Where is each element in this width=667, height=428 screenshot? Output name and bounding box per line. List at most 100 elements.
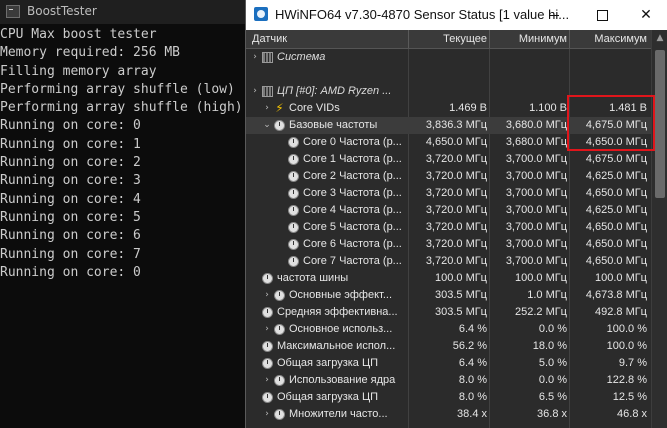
- sensor-row[interactable]: › Основное использ... 6.4 % 0.0 % 100.0 %: [246, 321, 651, 338]
- expand-chevron-icon[interactable]: ›: [250, 83, 260, 100]
- sensor-name: Core VIDs: [289, 102, 340, 114]
- sensor-row[interactable]: ⌄ Базовые частоты 3,836.3 МГц 3,680.0 МГц 4,…: [246, 117, 651, 134]
- current-value: [411, 66, 487, 83]
- sensor-row[interactable]: Общая загрузка ЦП 8.0 % 6.5 % 12.5 %: [246, 389, 651, 406]
- current-value: 56.2 %: [452, 340, 487, 352]
- column-divider[interactable]: [408, 30, 409, 48]
- console-output[interactable]: CPU Max boost tester Memory required: 256…: [0, 26, 245, 426]
- maximize-button[interactable]: [580, 0, 624, 30]
- column-header-current[interactable]: Текущее: [411, 30, 487, 48]
- sensor-row[interactable]: Core 5 Частота (р... 3,720.0 МГц 3,700.0 М…: [246, 219, 651, 236]
- console-line: Memory required: 256 MB: [0, 45, 181, 61]
- sensor-row[interactable]: Core 6 Частота (р... 3,720.0 МГц 3,700.0 М…: [246, 236, 651, 253]
- console-app-icon: [6, 5, 20, 18]
- console-line: Running on core: 0: [0, 118, 141, 134]
- minimum-value: 3,700.0 МГц: [505, 204, 567, 216]
- sensor-name: Core 3 Частота (р...: [303, 187, 402, 199]
- console-line: Running on core: 4: [0, 191, 141, 207]
- sensor-name: ЦП [#0]: AMD Ryzen ...: [277, 85, 392, 97]
- sensor-row[interactable]: Core 7 Частота (р... 3,720.0 МГц 3,700.0 М…: [246, 253, 651, 270]
- sensor-row[interactable]: › ⚡ Core VIDs 1.469 В 1.100 В 1.481 В: [246, 100, 651, 117]
- collapse-chevron-icon[interactable]: ⌄: [262, 117, 272, 134]
- vertical-scrollbar[interactable]: ▲: [651, 30, 667, 428]
- spacer-row: [246, 66, 651, 83]
- scroll-up-icon[interactable]: ▲: [652, 30, 667, 46]
- minimum-value: 3,700.0 МГц: [505, 238, 567, 250]
- sensor-row[interactable]: › Множители часто... 38.4 x 36.8 x 46.8 x: [246, 406, 651, 423]
- clock-icon: [288, 137, 299, 148]
- expand-chevron-icon[interactable]: ›: [262, 372, 272, 389]
- sensor-name: частота шины: [277, 272, 349, 284]
- minimum-value: 3,700.0 МГц: [505, 221, 567, 233]
- clock-icon: [288, 239, 299, 250]
- expand-chevron-icon[interactable]: ›: [250, 49, 260, 66]
- expand-chevron-icon[interactable]: ›: [262, 321, 272, 338]
- console-line: Filling memory array: [0, 63, 157, 79]
- maximum-value: 100.0 %: [606, 340, 647, 352]
- clock-icon: [262, 273, 273, 284]
- minimum-value: [491, 83, 567, 100]
- current-value: 8.0 %: [458, 374, 487, 386]
- sensor-name: Основное использ...: [289, 323, 393, 335]
- sensor-row[interactable]: Средняя эффективна... 303.5 МГц 252.2 МГц 4…: [246, 304, 651, 321]
- minimum-value: 3,700.0 МГц: [505, 153, 567, 165]
- sensor-row[interactable]: Core 1 Частота (р... 3,720.0 МГц 3,700.0 М…: [246, 151, 651, 168]
- sensor-row[interactable]: частота шины 100.0 МГц 100.0 МГц 100.0 МГц: [246, 270, 651, 287]
- current-value: 4,650.0 МГц: [425, 136, 487, 148]
- current-value: 303.5 МГц: [434, 306, 487, 318]
- minimum-value: 3,680.0 МГц: [505, 136, 567, 148]
- maximum-value: 492.8 МГц: [594, 306, 647, 318]
- current-value: 3,836.3 МГц: [425, 119, 487, 131]
- console-line: Running on core: 1: [0, 136, 141, 152]
- maximum-value: 1.481 В: [609, 102, 647, 114]
- sensor-row[interactable]: Core 2 Частота (р... 3,720.0 МГц 3,700.0 М…: [246, 168, 651, 185]
- minimize-button[interactable]: [532, 0, 576, 30]
- column-divider[interactable]: [489, 30, 490, 48]
- console-line: Running on core: 6: [0, 228, 141, 244]
- maximum-value: 4,650.0 МГц: [585, 136, 647, 148]
- expand-chevron-icon[interactable]: ›: [262, 287, 272, 304]
- sensor-row[interactable]: › Основные эффект... 303.5 МГц 1.0 МГц 4,673…: [246, 287, 651, 304]
- clock-icon: [262, 392, 273, 403]
- maximum-value: 4,625.0 МГц: [585, 204, 647, 216]
- sensor-row[interactable]: Общая загрузка ЦП 6.4 % 5.0 % 9.7 %: [246, 355, 651, 372]
- maximum-value: [571, 83, 647, 100]
- minimum-value: 36.8 x: [537, 408, 567, 420]
- column-header-sensor[interactable]: Датчик: [252, 30, 287, 48]
- sensor-name: [277, 66, 406, 83]
- sensor-row[interactable]: Максимальное испол... 56.2 % 18.0 % 100.0 %: [246, 338, 651, 355]
- clock-icon: [274, 120, 285, 131]
- expand-chevron-icon[interactable]: ›: [262, 100, 272, 117]
- current-value: 38.4 x: [457, 408, 487, 420]
- clock-icon: [274, 375, 285, 386]
- console-line: Running on core: 2: [0, 155, 141, 171]
- clock-icon: [274, 324, 285, 335]
- minimum-value: 100.0 МГц: [514, 272, 567, 284]
- clock-icon: [274, 290, 285, 301]
- scrollbar-thumb[interactable]: [655, 50, 665, 198]
- current-value: 6.4 %: [458, 323, 487, 335]
- hwinfo-titlebar[interactable]: HWiNFO64 v7.30-4870 Sensor Status [1 val…: [246, 0, 667, 30]
- sensor-row[interactable]: Core 3 Частота (р... 3,720.0 МГц 3,700.0 М…: [246, 185, 651, 202]
- sensor-name: Базовые частоты: [289, 119, 378, 131]
- column-header-minimum[interactable]: Минимум: [491, 30, 567, 48]
- minimum-value: 1.100 В: [529, 102, 567, 114]
- minimum-value: 1.0 МГц: [527, 289, 567, 301]
- sensor-group-row[interactable]: › Система: [246, 49, 651, 66]
- sensor-group-row[interactable]: › ЦП [#0]: AMD Ryzen ...: [246, 83, 651, 100]
- sensor-name: Система: [277, 51, 326, 63]
- maximum-value: 9.7 %: [618, 357, 647, 369]
- expand-chevron-icon[interactable]: ›: [262, 406, 272, 423]
- minimum-value: [491, 49, 567, 66]
- maximum-value: 4,650.0 МГц: [585, 255, 647, 267]
- close-button[interactable]: ✕: [624, 0, 667, 30]
- column-divider[interactable]: [569, 30, 570, 48]
- column-header-maximum[interactable]: Максимум: [571, 30, 647, 48]
- sensor-name: Общая загрузка ЦП: [277, 391, 379, 403]
- sensor-row[interactable]: Core 0 Частота (р... 4,650.0 МГц 3,680.0 М…: [246, 134, 651, 151]
- chip-icon: [262, 86, 273, 97]
- sensor-row[interactable]: › Использование ядра 8.0 % 0.0 % 122.8 %: [246, 372, 651, 389]
- maximum-value: 12.5 %: [612, 391, 647, 403]
- sensor-row[interactable]: Core 4 Частота (р... 3,720.0 МГц 3,700.0 М…: [246, 202, 651, 219]
- hwinfo-app-icon: [254, 7, 268, 21]
